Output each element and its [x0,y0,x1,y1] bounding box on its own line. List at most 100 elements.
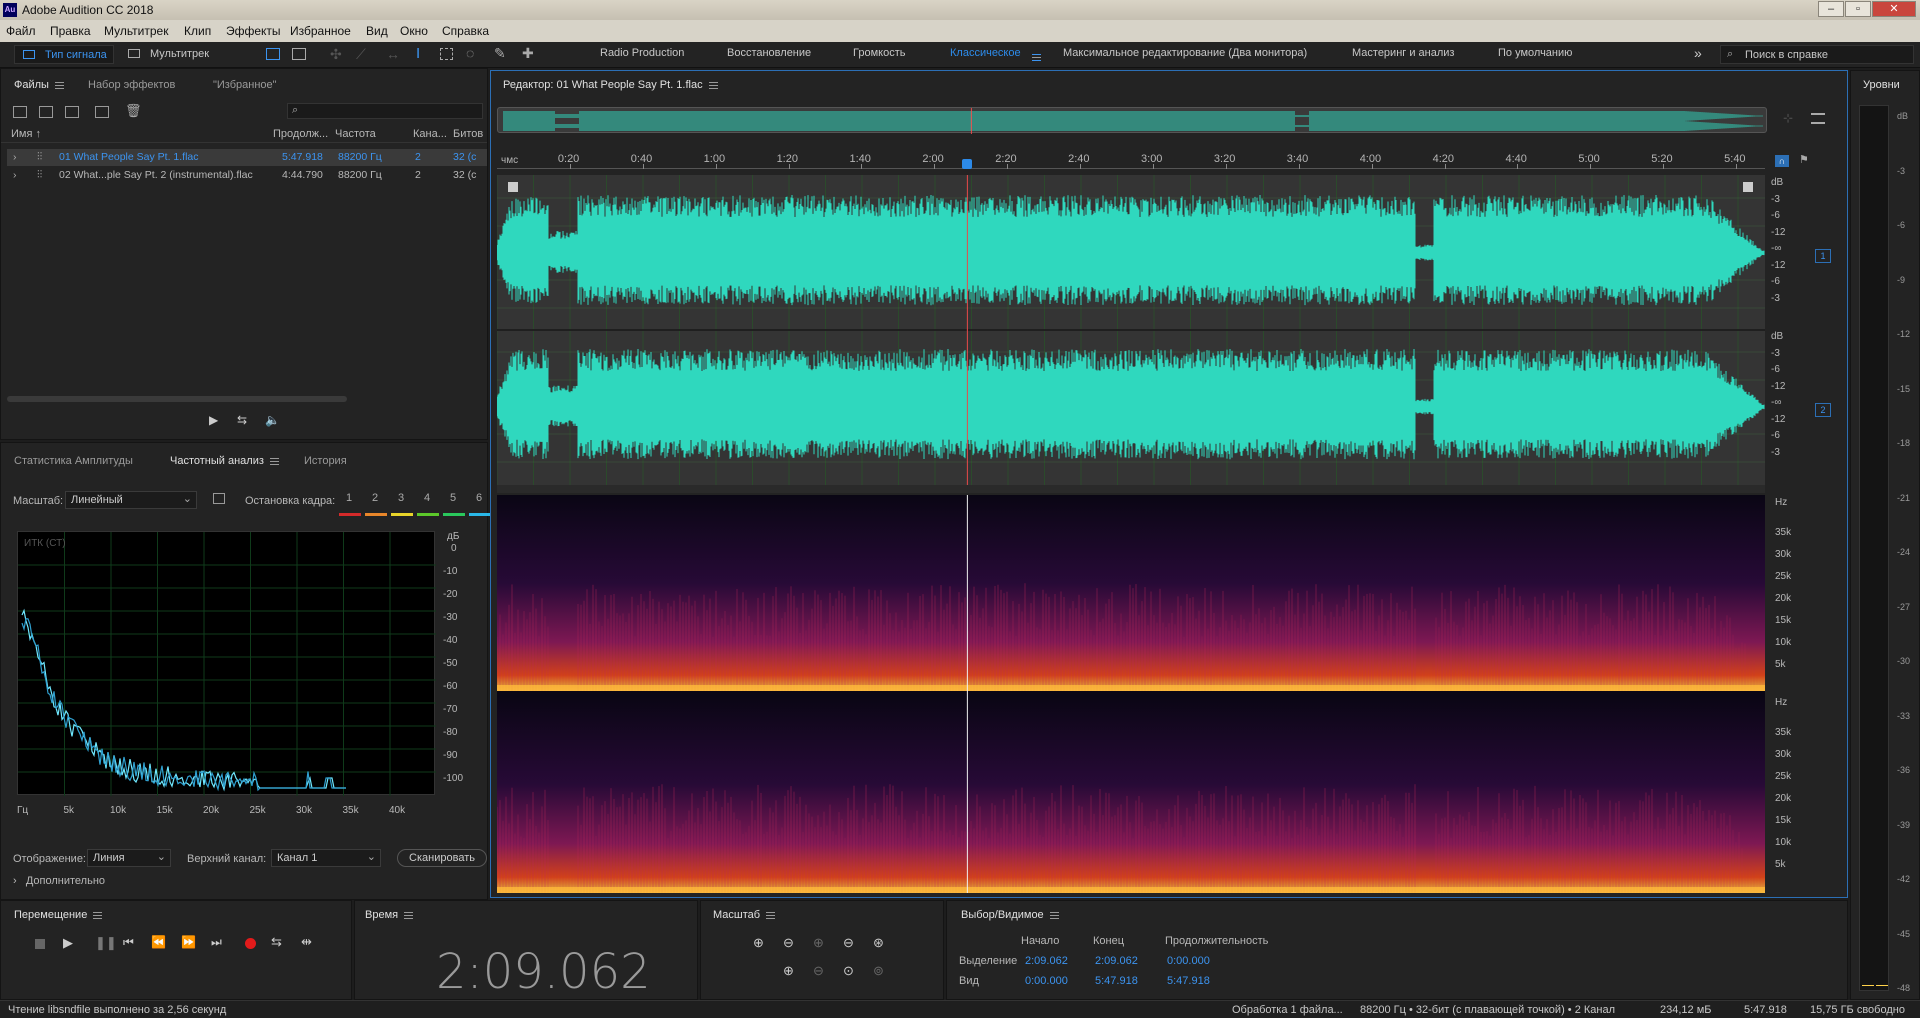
waveform-display[interactable] [497,175,1765,485]
zoom-out-point-icon[interactable]: ⊖ [813,963,824,979]
brush-tool-icon[interactable]: ✎ [494,45,506,62]
zoom-in-amplitude-icon[interactable]: ⊕ [753,935,764,951]
selection-end-value[interactable]: 2:09.062 [1095,955,1138,967]
menu-favorites[interactable]: Избранное [290,24,351,38]
freeze-slot-3[interactable]: 3 [398,492,404,504]
overview-navigator[interactable] [497,107,1767,134]
tab-files[interactable]: Файлы [14,79,64,91]
workspace-default[interactable]: По умолчанию [1498,47,1572,59]
playhead-handle[interactable] [962,159,973,169]
loop-icon[interactable]: ⇆ [271,934,282,950]
freeze-slot-1[interactable]: 1 [346,492,352,504]
panel-menu-icon[interactable] [269,457,279,465]
files-search-input[interactable]: ⌕ [287,103,483,119]
workspace-mastering[interactable]: Мастеринг и анализ [1352,47,1454,59]
fade-out-handle[interactable] [1742,181,1754,193]
workspace-loudness[interactable]: Громкость [853,47,905,59]
selection-duration-value[interactable]: 0:00.000 [1167,955,1210,967]
tab-amplitude-stats[interactable]: Статистика Амплитуды [14,455,133,467]
panel-menu-icon[interactable] [1049,911,1059,919]
menu-help[interactable]: Справка [442,24,489,38]
expand-icon[interactable]: › [13,169,17,181]
panel-menu-icon[interactable] [54,81,64,89]
scan-button[interactable]: Сканировать [397,849,487,867]
delete-icon[interactable]: 🗑 [125,103,142,119]
skip-selection-icon[interactable]: ⇹ [301,934,312,950]
panel-menu-icon[interactable] [708,81,718,89]
zoom-full-icon[interactable]: ⊛ [873,935,884,951]
tab-history[interactable]: История [304,455,347,467]
play-preview-icon[interactable]: ▶ [209,413,218,427]
menu-view[interactable]: Вид [366,24,388,38]
freeze-slot-5[interactable]: 5 [450,492,456,504]
expand-icon[interactable]: › [13,151,17,163]
workspace-dual-monitor[interactable]: Максимальное редактирование (Два монитор… [1063,47,1307,59]
freeze-slot-2[interactable]: 2 [372,492,378,504]
spectral-view-icon[interactable] [292,48,306,60]
current-time-display[interactable]: 2:09.062 [436,944,651,1000]
menu-file[interactable]: Файл [6,24,36,38]
waveform-mode-button[interactable]: Тип сигнала [14,45,114,64]
autoplay-icon[interactable]: 🔈 [265,413,280,427]
skip-start-icon[interactable]: ⏮ [123,935,134,950]
channel-1-toggle[interactable]: 1 [1815,249,1831,263]
channel-select[interactable]: Канал 1 [271,849,381,867]
zoom-selection-icon[interactable]: ⊙ [843,963,854,979]
lasso-tool-icon[interactable]: ◌ [466,45,474,61]
close-button[interactable]: ✕ [1872,1,1916,17]
file-row[interactable]: › ⫶⫶ 02 What...ple Say Pt. 2 (instrument… [7,167,487,184]
channel-2-toggle[interactable]: 2 [1815,403,1831,417]
pause-icon[interactable]: ❚❚ [95,935,117,951]
freeze-icon[interactable] [213,493,225,504]
minimize-button[interactable]: – [1818,1,1844,17]
slip-tool-icon[interactable]: ↔ [386,46,400,62]
zoom-in-time-icon[interactable]: ⊕ [813,935,824,951]
zoom-in-point-icon[interactable]: ⊕ [783,963,794,979]
file-row[interactable]: › ⫶⫶ 01 What People Say Pt. 1.flac 5:47.… [7,149,487,166]
tab-effects-rack[interactable]: Набор эффектов [88,79,175,91]
menu-edit[interactable]: Правка [50,24,91,38]
import-file-icon[interactable] [39,106,53,118]
marquee-tool-icon[interactable] [440,48,453,60]
more-workspaces-icon[interactable]: » [1694,45,1702,61]
tab-frequency-analysis[interactable]: Частотный анализ [170,455,279,467]
tab-favorites[interactable]: "Избранное" [213,79,277,91]
view-divider[interactable] [497,485,1765,493]
menu-multitrack[interactable]: Мультитрек [104,24,168,38]
maximize-button[interactable]: ▫ [1845,1,1871,17]
header-rate[interactable]: Частота [335,128,376,140]
zoom-to-selection-icon[interactable]: ⊚ [873,963,884,979]
view-options-icon[interactable] [1811,113,1825,124]
panel-menu-icon[interactable] [766,911,776,919]
new-file-icon[interactable] [65,106,79,118]
workspace-radio-production[interactable]: Radio Production [600,47,684,59]
move-tool-icon[interactable]: ✣ [330,46,342,63]
files-scrollbar[interactable] [7,396,347,402]
multitrack-mode-button[interactable]: Мультитрек [126,45,216,64]
header-channels[interactable]: Кана... [413,128,447,140]
fast-forward-icon[interactable]: ⏩ [181,935,196,949]
stop-icon[interactable] [35,939,45,949]
spot-healing-tool-icon[interactable]: ✚ [522,45,534,62]
freeze-slot-4[interactable]: 4 [424,492,430,504]
zoom-out-amplitude-icon[interactable]: ⊖ [783,935,794,951]
header-duration[interactable]: Продолж... [273,128,328,140]
workspace-restore[interactable]: Восстановление [727,47,811,59]
skip-end-icon[interactable]: ⏭ [211,935,222,950]
open-folder-icon[interactable] [13,106,27,118]
panel-menu-icon[interactable] [93,911,103,919]
marker-icon[interactable]: ⚑ [1799,153,1809,166]
menu-effects[interactable]: Эффекты [226,24,281,38]
razor-tool-icon[interactable]: ⟋ [356,46,366,63]
header-name[interactable]: Имя ↑ [11,128,41,140]
insert-multitrack-icon[interactable] [95,106,109,118]
fade-in-handle[interactable] [507,181,519,193]
menu-window[interactable]: Окно [400,24,428,38]
advanced-expander[interactable]: › Дополнительно [13,875,105,887]
zoom-lock-icon[interactable]: ⊹ [1783,111,1793,125]
display-select[interactable]: Линия [87,849,171,867]
time-selection-tool-icon[interactable]: I [416,45,420,62]
time-ruler[interactable]: 0:20 0:40 1:00 1:20 1:40 2:00 2:20 2:40 3:00 3:20… [497,151,1765,169]
workspace-classic[interactable]: Классическое [950,47,1021,59]
play-icon[interactable]: ▶ [63,935,73,951]
